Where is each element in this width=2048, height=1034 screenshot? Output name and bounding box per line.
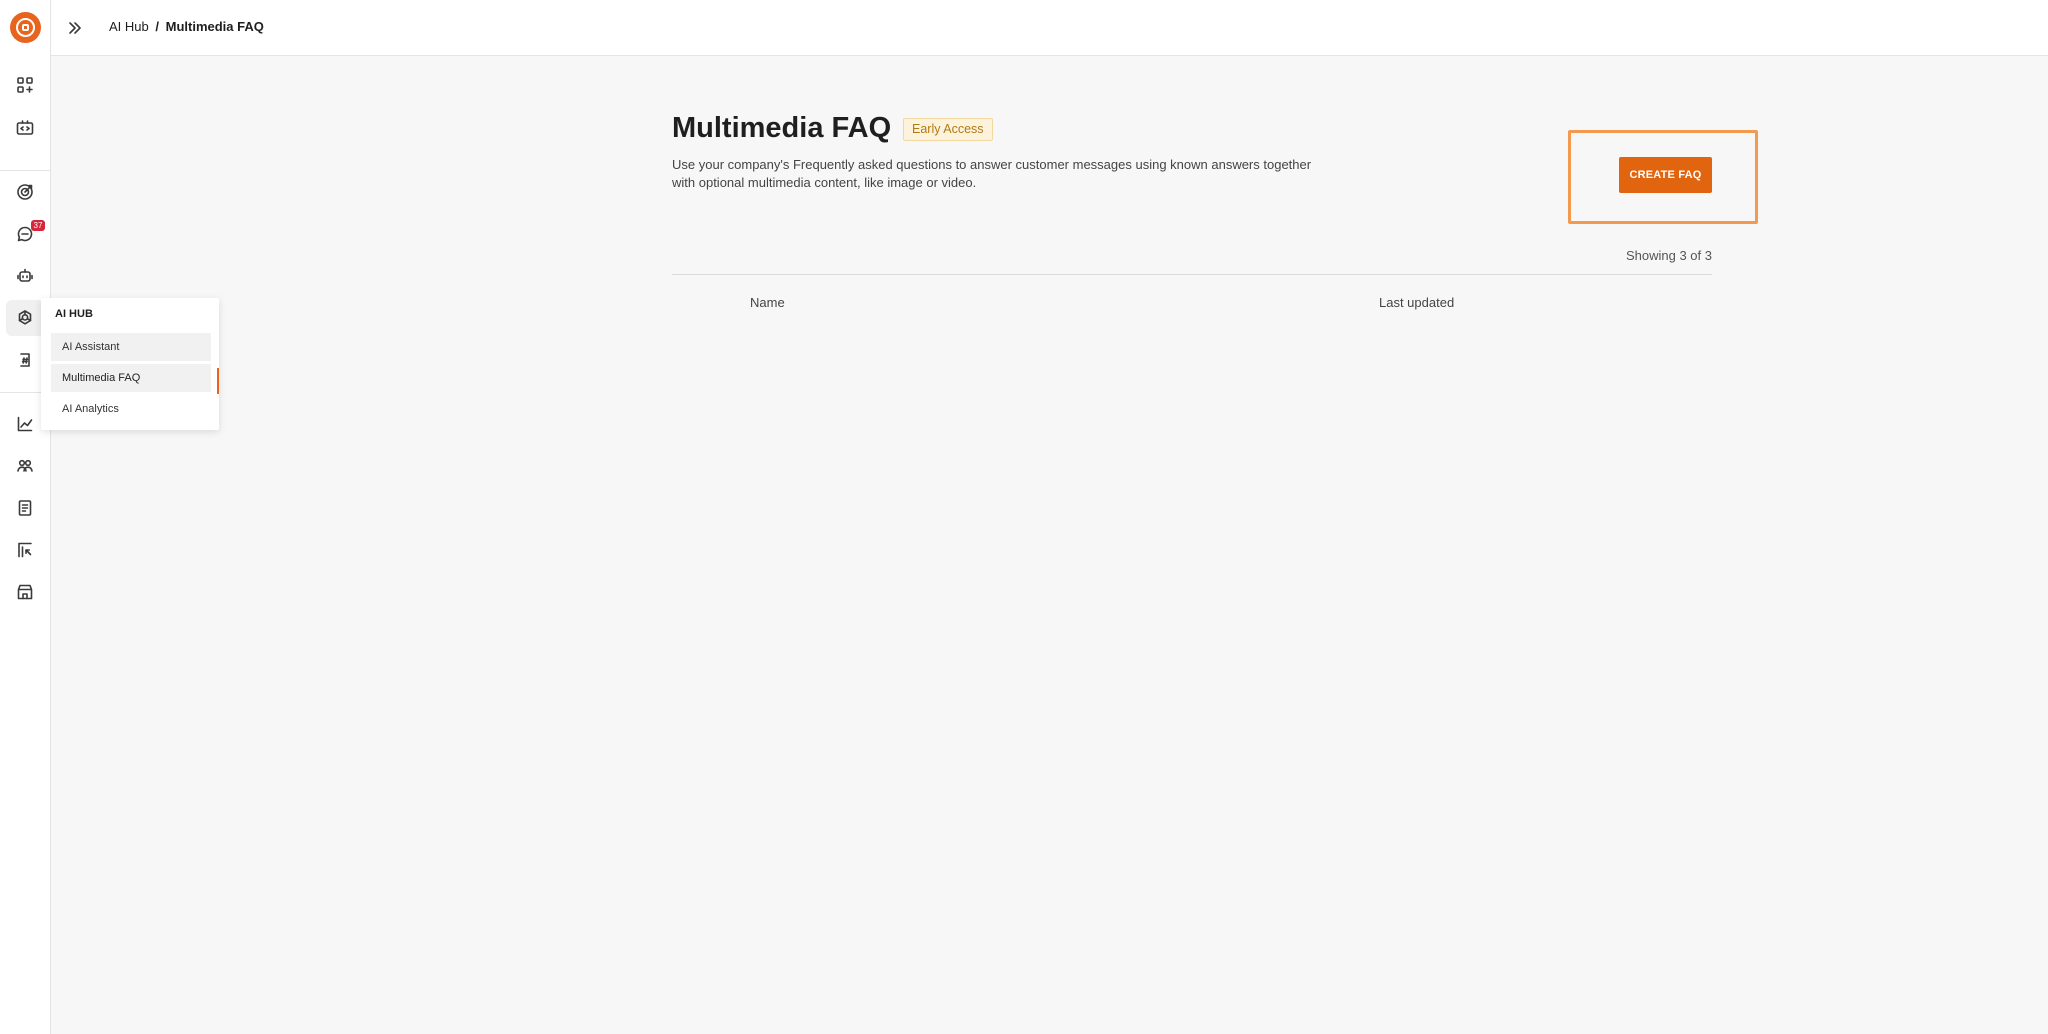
icon-rail: 37 bbox=[0, 0, 51, 1034]
channel-icon[interactable] bbox=[6, 342, 44, 378]
breadcrumb: AI Hub / Multimedia FAQ bbox=[109, 19, 264, 34]
flyout-item-ai-analytics[interactable]: AI Analytics bbox=[51, 395, 211, 423]
unread-badge: 37 bbox=[31, 220, 45, 231]
double-chevron-right-icon bbox=[69, 22, 81, 34]
column-header-name[interactable]: Name bbox=[750, 295, 785, 310]
app-root: 37 AI Hub / Multimedia FAQ AI HUB AI Ass… bbox=[0, 0, 2048, 1034]
column-header-last-updated[interactable]: Last updated bbox=[1379, 295, 1454, 310]
chat-icon[interactable]: 37 bbox=[6, 216, 45, 252]
flyout-item-ai-assistant[interactable]: AI Assistant bbox=[51, 333, 211, 361]
brand-logo-icon[interactable] bbox=[10, 12, 41, 43]
breadcrumb-current: Multimedia FAQ bbox=[165, 19, 264, 34]
early-access-badge: Early Access bbox=[903, 118, 993, 141]
ai-hub-icon[interactable] bbox=[6, 300, 44, 336]
analytics-chart-icon[interactable] bbox=[6, 406, 44, 442]
table-divider bbox=[672, 274, 1712, 275]
store-icon[interactable] bbox=[6, 574, 44, 610]
top-bar: AI Hub / Multimedia FAQ bbox=[51, 0, 2048, 56]
create-faq-button[interactable]: CREATE FAQ bbox=[1619, 157, 1712, 193]
page-title: Multimedia FAQ bbox=[672, 112, 892, 144]
people-icon[interactable] bbox=[6, 448, 44, 484]
code-icon[interactable] bbox=[6, 110, 44, 146]
expand-sidebar-button[interactable] bbox=[61, 14, 89, 42]
flyout-active-indicator bbox=[217, 368, 219, 394]
apps-icon[interactable] bbox=[6, 67, 44, 103]
target-icon[interactable] bbox=[6, 174, 44, 210]
bot-icon[interactable] bbox=[6, 258, 44, 294]
rail-divider bbox=[0, 170, 51, 171]
results-count: Showing 3 of 3 bbox=[1625, 248, 1712, 263]
ai-hub-flyout-menu: AI HUB AI Assistant Multimedia FAQ AI An… bbox=[41, 298, 219, 430]
document-icon[interactable] bbox=[6, 490, 44, 526]
page-description: Use your company's Frequently asked ques… bbox=[672, 157, 1312, 190]
flyout-item-multimedia-faq[interactable]: Multimedia FAQ bbox=[51, 364, 211, 392]
breadcrumb-parent[interactable]: AI Hub bbox=[109, 19, 149, 34]
flyout-title: AI HUB bbox=[55, 308, 93, 320]
board-icon[interactable] bbox=[6, 532, 44, 568]
breadcrumb-separator: / bbox=[155, 19, 159, 34]
